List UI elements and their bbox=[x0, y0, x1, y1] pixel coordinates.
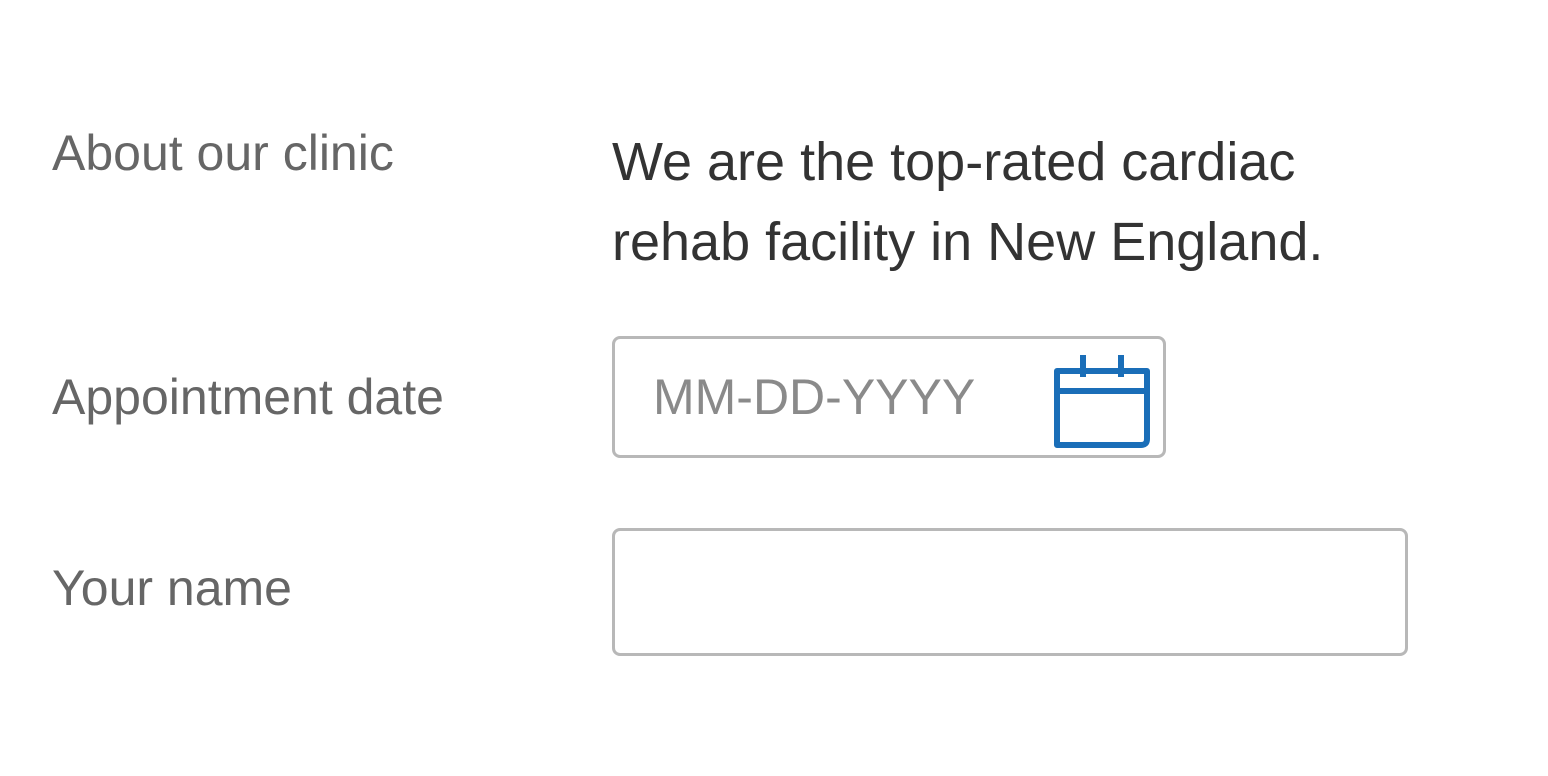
about-clinic-text: We are the top-rated cardiac rehab facil… bbox=[612, 122, 1512, 282]
your-name-label: Your name bbox=[52, 560, 292, 616]
appointment-date-input[interactable] bbox=[653, 339, 1033, 455]
appointment-date-field[interactable] bbox=[612, 336, 1166, 458]
your-name-input[interactable] bbox=[645, 531, 1375, 653]
appointment-date-label: Appointment date bbox=[52, 369, 444, 425]
about-clinic-label: About our clinic bbox=[52, 125, 394, 181]
calendar-icon bbox=[1054, 355, 1150, 448]
about-clinic-text-line: rehab facility in New England. bbox=[612, 212, 1324, 272]
calendar-button[interactable] bbox=[1051, 351, 1155, 451]
your-name-field[interactable] bbox=[612, 528, 1408, 656]
about-clinic-text-line: We are the top-rated cardiac bbox=[612, 132, 1296, 192]
